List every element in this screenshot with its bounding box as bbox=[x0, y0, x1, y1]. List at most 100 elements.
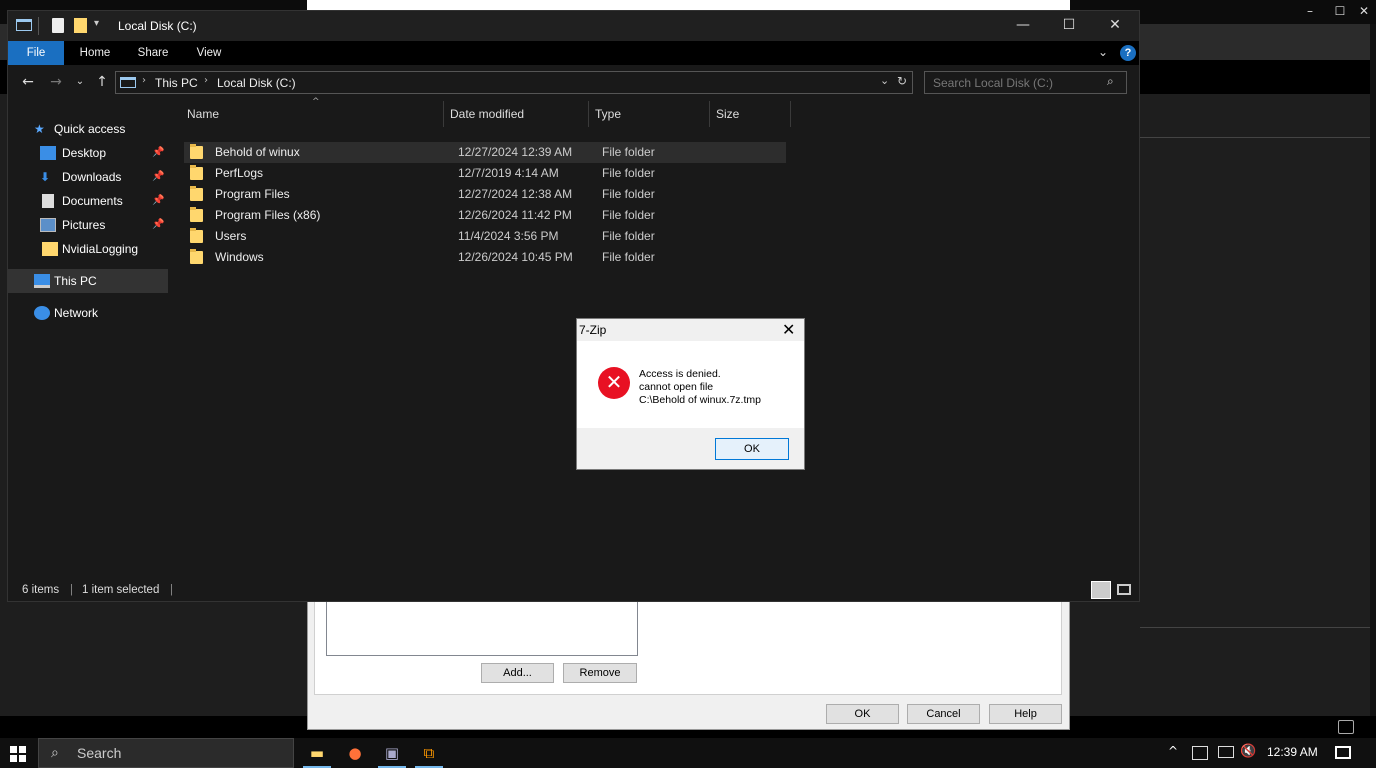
search-placeholder: Search Local Disk (C:) bbox=[933, 76, 1054, 90]
search-label: Search bbox=[77, 745, 122, 761]
nav-item-pictures[interactable]: Pictures 📌 bbox=[8, 213, 168, 237]
file-row[interactable]: PerfLogs 12/7/2019 4:14 AM File folder bbox=[184, 163, 786, 184]
cancel-button[interactable]: Cancel bbox=[907, 704, 980, 724]
forward-arrow-icon[interactable]: → bbox=[48, 74, 64, 90]
pin-icon: 📌 bbox=[152, 147, 165, 158]
add-button[interactable]: Add... bbox=[481, 663, 554, 683]
pin-icon: 📌 bbox=[152, 171, 165, 182]
bg-close-button[interactable]: ✕ bbox=[1352, 4, 1376, 20]
show-hidden-icons-icon[interactable]: ^ bbox=[1168, 744, 1178, 758]
nav-label: Pictures bbox=[62, 218, 106, 232]
divider bbox=[1140, 137, 1376, 138]
firefox-icon[interactable]: ● bbox=[337, 738, 373, 768]
windows-start-icon[interactable] bbox=[10, 746, 26, 762]
ok-button[interactable]: OK bbox=[826, 704, 899, 724]
download-arrow-icon: ⬇ bbox=[40, 170, 51, 184]
bg-maximize-button[interactable]: ☐ bbox=[1328, 4, 1352, 20]
file-explorer-taskbar-icon[interactable]: ▬ bbox=[299, 738, 335, 768]
file-name: Program Files bbox=[215, 187, 290, 201]
folder-icon bbox=[190, 228, 203, 243]
help-icon[interactable]: ? bbox=[1120, 45, 1136, 61]
breadcrumb-this-pc[interactable]: This PC bbox=[155, 76, 198, 90]
clock[interactable]: 12:39 AM bbox=[1267, 745, 1318, 759]
large-icons-view-icon[interactable] bbox=[1117, 584, 1131, 595]
address-bar[interactable]: › This PC › Local Disk (C:) ⌄ ↻ bbox=[115, 71, 913, 94]
file-date: 12/27/2024 12:38 AM bbox=[458, 187, 573, 201]
remove-button[interactable]: Remove bbox=[563, 663, 637, 683]
file-row[interactable]: Windows 12/26/2024 10:45 PM File folder bbox=[184, 247, 786, 268]
tab-share[interactable]: Share bbox=[128, 41, 178, 65]
nav-label: Documents bbox=[62, 194, 123, 208]
file-date: 11/4/2024 3:56 PM bbox=[458, 229, 559, 243]
nav-item-desktop[interactable]: Desktop 📌 bbox=[8, 141, 168, 165]
column-header-date[interactable]: Date modified bbox=[450, 101, 588, 127]
column-divider[interactable] bbox=[709, 101, 710, 127]
app-icon[interactable]: ▣ bbox=[374, 738, 410, 768]
column-header-type[interactable]: Type bbox=[595, 101, 709, 127]
column-divider[interactable] bbox=[790, 101, 791, 127]
notifications-icon[interactable] bbox=[1335, 746, 1351, 759]
divider bbox=[1140, 627, 1376, 628]
vmware-icon[interactable]: ⧉ bbox=[411, 738, 447, 768]
nav-quick-access[interactable]: ★ Quick access bbox=[8, 117, 168, 141]
close-icon[interactable]: ✕ bbox=[782, 320, 795, 339]
ribbon-tabs: File Home Share View ⌄ ? bbox=[8, 41, 1139, 65]
column-header-size[interactable]: Size bbox=[716, 101, 790, 127]
taskbar-search[interactable]: ⌕ Search bbox=[38, 738, 294, 768]
folder-icon bbox=[190, 249, 203, 264]
details-view-icon[interactable] bbox=[1091, 581, 1111, 599]
file-type: File folder bbox=[602, 145, 655, 159]
nav-item-downloads[interactable]: ⬇ Downloads 📌 bbox=[8, 165, 168, 189]
quick-access-toolbar-dropdown-icon[interactable]: ▾ bbox=[94, 18, 99, 29]
nav-network[interactable]: Network bbox=[8, 301, 168, 325]
column-divider[interactable] bbox=[588, 101, 589, 127]
file-row[interactable]: Program Files (x86) 12/26/2024 11:42 PM … bbox=[184, 205, 786, 226]
expand-ribbon-icon[interactable]: ⌄ bbox=[1098, 45, 1108, 59]
help-button[interactable]: Help bbox=[989, 704, 1062, 724]
new-folder-icon[interactable] bbox=[74, 18, 87, 33]
ok-button[interactable]: OK bbox=[715, 438, 789, 460]
minimize-button[interactable]: — bbox=[1000, 17, 1046, 37]
file-row[interactable]: Program Files 12/27/2024 12:38 AM File f… bbox=[184, 184, 786, 205]
tab-home[interactable]: Home bbox=[70, 41, 120, 65]
navigation-pane: ★ Quick access Desktop 📌 ⬇ Downloads 📌 D… bbox=[8, 101, 168, 579]
column-divider[interactable] bbox=[443, 101, 444, 127]
file-date: 12/7/2019 4:14 AM bbox=[458, 166, 559, 180]
notes-icon[interactable] bbox=[1338, 720, 1354, 734]
file-type: File folder bbox=[602, 208, 655, 222]
column-header-name[interactable]: Name bbox=[187, 101, 443, 127]
nav-label: Downloads bbox=[62, 170, 122, 184]
properties-icon[interactable] bbox=[52, 18, 64, 33]
breadcrumb-local-disk[interactable]: Local Disk (C:) bbox=[217, 76, 296, 90]
nav-item-nvidialogging[interactable]: NvidiaLogging bbox=[8, 237, 168, 261]
recent-locations-chevron-icon[interactable]: ⌄ bbox=[72, 74, 88, 90]
file-row[interactable]: Users 11/4/2024 3:56 PM File folder bbox=[184, 226, 786, 247]
address-dropdown-icon[interactable]: ⌄ bbox=[880, 74, 889, 87]
volume-muted-icon[interactable]: 🔇 bbox=[1240, 744, 1256, 759]
network-icon[interactable] bbox=[1218, 746, 1234, 758]
refresh-icon[interactable]: ↻ bbox=[897, 74, 907, 88]
error-line: cannot open file bbox=[639, 381, 714, 393]
bg-minimize-button[interactable]: – bbox=[1298, 4, 1322, 20]
pictures-icon bbox=[40, 218, 56, 232]
file-row[interactable]: Behold of winux 12/27/2024 12:39 AM File… bbox=[184, 142, 786, 163]
maximize-button[interactable]: ☐ bbox=[1046, 17, 1092, 37]
nav-this-pc[interactable]: This PC bbox=[8, 269, 168, 293]
file-name: Behold of winux bbox=[215, 145, 300, 159]
search-icon[interactable]: ⌕ bbox=[1107, 74, 1114, 89]
folder-icon bbox=[42, 242, 58, 256]
properties-listbox[interactable] bbox=[326, 600, 638, 656]
nav-item-documents[interactable]: Documents 📌 bbox=[8, 189, 168, 213]
search-input[interactable]: Search Local Disk (C:) ⌕ bbox=[924, 71, 1127, 94]
back-arrow-icon[interactable]: ← bbox=[20, 74, 36, 90]
up-arrow-icon[interactable]: ↑ bbox=[94, 74, 110, 90]
folder-icon bbox=[190, 165, 203, 180]
address-bar-row: ← → ⌄ ↑ › This PC › Local Disk (C:) ⌄ ↻ … bbox=[8, 65, 1139, 101]
status-separator: | bbox=[170, 584, 173, 596]
tray-app-icon[interactable] bbox=[1192, 746, 1208, 760]
close-button[interactable]: ✕ bbox=[1092, 17, 1138, 37]
nav-label: Desktop bbox=[62, 146, 107, 160]
file-date: 12/26/2024 11:42 PM bbox=[458, 208, 572, 222]
tab-file[interactable]: File bbox=[8, 41, 64, 65]
tab-view[interactable]: View bbox=[186, 41, 232, 65]
